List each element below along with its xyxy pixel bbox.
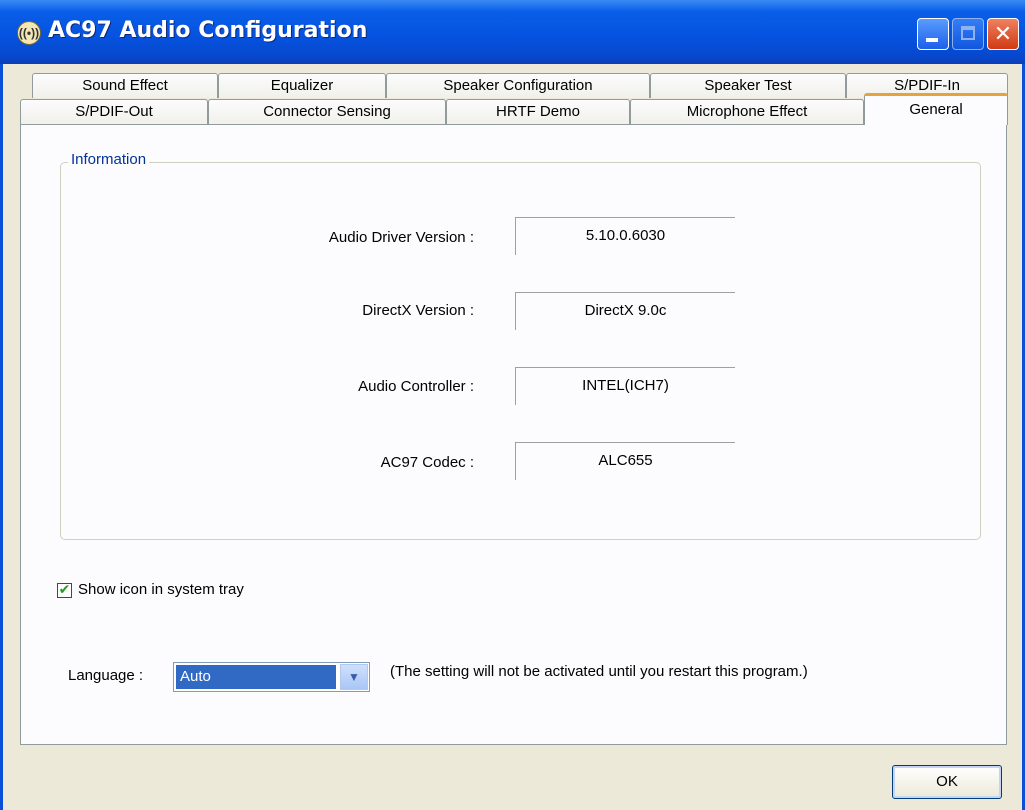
tab-sound-effect[interactable]: Sound Effect	[32, 73, 218, 98]
minimize-icon	[926, 38, 938, 42]
title-bar[interactable]: ((•)) AC97 Audio Configuration ✕	[0, 0, 1025, 64]
speaker-icon: ((•))	[17, 21, 41, 45]
close-button[interactable]: ✕	[987, 18, 1019, 50]
tab-speaker-test[interactable]: Speaker Test	[650, 73, 846, 98]
driver-version-label: Audio Driver Version :	[328, 229, 474, 246]
dialog-window: ((•)) AC97 Audio Configuration ✕ Sound E…	[0, 0, 1025, 810]
close-icon: ✕	[993, 21, 1013, 46]
tab-spdif-out[interactable]: S/PDIF-Out	[20, 99, 208, 124]
language-select[interactable]: Auto ▼	[173, 662, 370, 692]
ac97-codec-value: ALC655	[515, 442, 735, 480]
audio-controller-value: INTEL(ICH7)	[515, 367, 735, 405]
tab-microphone-effect[interactable]: Microphone Effect	[630, 99, 864, 124]
show-tray-icon-label[interactable]: Show icon in system tray	[78, 581, 244, 598]
tab-hrtf-demo[interactable]: HRTF Demo	[446, 99, 630, 124]
ac97-codec-label: AC97 Codec :	[380, 454, 474, 471]
window-frame-left	[0, 64, 3, 810]
tab-general[interactable]: General	[864, 93, 1008, 125]
chevron-down-icon[interactable]: ▼	[340, 664, 368, 690]
language-restart-note: (The setting will not be activated until…	[390, 663, 808, 680]
maximize-icon	[961, 26, 975, 40]
show-tray-icon-checkbox[interactable]: ✔	[57, 581, 72, 598]
language-selected-value[interactable]: Auto	[176, 665, 336, 689]
audio-controller-label: Audio Controller :	[358, 378, 474, 395]
directx-version-label: DirectX Version :	[362, 302, 474, 319]
tab-speaker-configuration[interactable]: Speaker Configuration	[386, 73, 650, 98]
maximize-button[interactable]	[952, 18, 984, 50]
minimize-button[interactable]	[917, 18, 949, 50]
driver-version-value: 5.10.0.6030	[515, 217, 735, 255]
tab-connector-sensing[interactable]: Connector Sensing	[208, 99, 446, 124]
ok-button[interactable]: OK	[892, 765, 1002, 799]
window-title: AC97 Audio Configuration	[48, 18, 368, 43]
language-label: Language :	[68, 667, 144, 684]
information-group-title: Information	[68, 151, 150, 168]
directx-version-value: DirectX 9.0c	[515, 292, 735, 330]
tab-equalizer[interactable]: Equalizer	[218, 73, 386, 98]
checkmark-icon: ✔	[58, 581, 71, 597]
